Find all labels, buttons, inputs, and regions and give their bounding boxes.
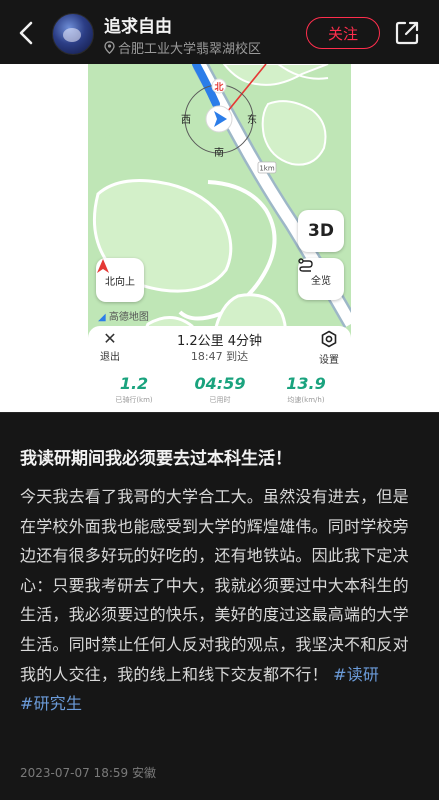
stat-time: 04:59 已用时 bbox=[180, 374, 260, 405]
overview-label: 全览 bbox=[311, 275, 331, 287]
amap-arrow-icon: ◢ bbox=[98, 312, 106, 323]
post-image[interactable]: 1km 北 西 东 南 3D 全览 北向上 ◢ 高德地图 ✕ 退出 1.2公里 … bbox=[0, 64, 439, 412]
compass-west: 西 bbox=[181, 115, 191, 126]
location-tag[interactable]: 合肥工业大学翡翠湖校区 bbox=[104, 38, 261, 57]
north-arrow-icon bbox=[97, 259, 109, 273]
north-up-label: 北向上 bbox=[105, 276, 135, 288]
north-up-button[interactable]: 北向上 bbox=[96, 258, 144, 302]
avatar[interactable] bbox=[52, 13, 94, 55]
compass-east: 东 bbox=[247, 113, 257, 126]
compass-north: 北 bbox=[214, 81, 223, 93]
3d-button[interactable]: 3D bbox=[298, 210, 344, 252]
arrival-time: 18:47 到达 bbox=[190, 350, 249, 363]
amap-logo-text: 高德地图 bbox=[108, 312, 149, 323]
post-body-text: 今天我去看了我哥的大学合工大。虽然没有进去，但是在学校外面我也能感受到大学的辉煌… bbox=[20, 487, 409, 684]
divider bbox=[0, 412, 439, 413]
stat-value: 1.2 bbox=[119, 374, 149, 393]
settings-button[interactable]: 设置 bbox=[316, 330, 342, 366]
route-overview-icon bbox=[298, 258, 313, 272]
share-icon[interactable] bbox=[394, 20, 420, 46]
location-pin-icon bbox=[104, 41, 115, 54]
amap-logo: ◢ 高德地图 bbox=[98, 308, 149, 323]
post-body: 今天我去看了我哥的大学合工大。虽然没有进去，但是在学校外面我也能感受到大学的辉煌… bbox=[20, 482, 422, 719]
follow-button[interactable]: 关注 bbox=[306, 17, 380, 49]
scale-label: 1km bbox=[259, 165, 275, 173]
stat-distance: 1.2 已骑行(km) bbox=[94, 374, 174, 405]
ride-stats: 1.2 已骑行(km) 04:59 已用时 13.9 均速(km/h) bbox=[88, 374, 351, 410]
stat-label: 已用时 bbox=[209, 396, 231, 404]
hashtag-link[interactable]: #读研 bbox=[333, 665, 379, 684]
post-meta: 2023-07-07 18:59 安徽 bbox=[20, 766, 156, 780]
nav-panel: ✕ 退出 1.2公里 4分钟 18:47 到达 设置 1.2 已骑行(km) 0… bbox=[88, 326, 351, 412]
stat-label: 均速(km/h) bbox=[287, 396, 325, 404]
overview-button[interactable]: 全览 bbox=[298, 258, 344, 300]
stat-label: 已骑行(km) bbox=[115, 396, 153, 404]
stat-speed: 13.9 均速(km/h) bbox=[266, 374, 346, 405]
username[interactable]: 追求自由 bbox=[104, 12, 172, 37]
post-header: 追求自由 合肥工业大学翡翠湖校区 关注 bbox=[0, 0, 439, 64]
distance-time: 1.2公里 4分钟 bbox=[176, 334, 263, 349]
gear-icon bbox=[321, 330, 337, 348]
compass-south: 南 bbox=[214, 146, 224, 159]
stat-value: 13.9 bbox=[286, 374, 326, 393]
stat-value: 04:59 bbox=[194, 374, 246, 393]
settings-label: 设置 bbox=[319, 355, 339, 366]
chevron-left-icon[interactable] bbox=[12, 18, 42, 48]
post-title: 我读研期间我必须要去过本科生活！ bbox=[20, 449, 292, 469]
location-label: 合肥工业大学翡翠湖校区 bbox=[118, 42, 262, 57]
hashtag-link[interactable]: #研究生 bbox=[20, 694, 82, 713]
